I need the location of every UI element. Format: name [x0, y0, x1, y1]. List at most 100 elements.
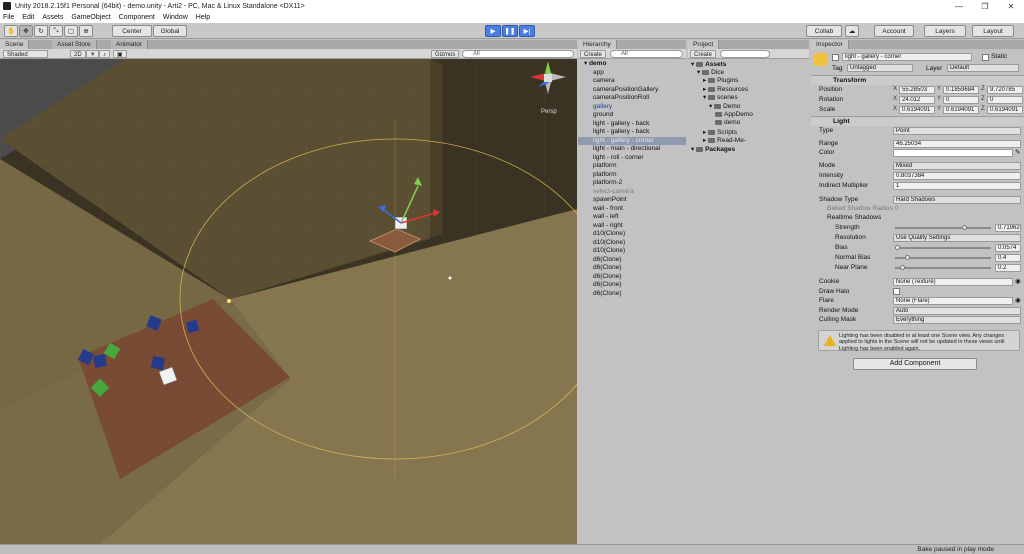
hierarchy-item[interactable]: app [578, 69, 686, 78]
maximize-button[interactable]: ❐ [972, 2, 998, 11]
effects-dropdown[interactable]: ▣ [113, 50, 127, 58]
render-mode-dropdown[interactable]: Auto [893, 306, 1021, 315]
strength-slider-knob[interactable] [961, 225, 967, 230]
hierarchy-item[interactable]: light - main - directional [578, 145, 686, 154]
project-tree-item[interactable]: ▾ Dice [697, 69, 724, 77]
space-toggle[interactable]: Global [153, 25, 187, 37]
transform-tool-button[interactable]: ⊕ [79, 25, 93, 37]
hierarchy-search-input[interactable]: All [610, 50, 683, 58]
tag-dropdown[interactable]: Untagged [847, 64, 913, 72]
hierarchy-item[interactable]: d6(Clone) [578, 281, 686, 290]
2d-toggle[interactable]: 2D [70, 50, 86, 58]
hierarchy-item[interactable]: light - gallery - back [578, 128, 686, 137]
rotate-tool-button[interactable]: ↻ [34, 25, 48, 37]
project-tree-item[interactable]: ▾ scenes [703, 94, 738, 102]
minimize-button[interactable]: — [946, 2, 972, 11]
scene-canvas[interactable]: Persp [0, 59, 577, 544]
object-name-field[interactable]: light - gallery - corner [842, 53, 972, 61]
shading-dropdown[interactable]: Shaded [3, 50, 48, 58]
project-tree-item[interactable]: ▾ Assets [691, 61, 726, 69]
hierarchy-item[interactable]: light - gallery - back [578, 120, 686, 129]
project-create-dropdown[interactable]: Create [690, 50, 717, 58]
gizmos-dropdown[interactable]: Gizmos [431, 50, 460, 58]
type-dropdown[interactable]: Point [893, 126, 1021, 135]
persp-label[interactable]: Persp [541, 109, 557, 115]
bias-field[interactable]: 0.0574 [995, 243, 1021, 252]
eyedropper-icon[interactable]: ✎ [1015, 148, 1020, 157]
menu-file[interactable]: File [3, 14, 14, 21]
hierarchy-create-dropdown[interactable]: Create [580, 50, 607, 58]
project-tree-item[interactable]: ▸ Read-Me- [703, 137, 746, 145]
menu-assets[interactable]: Assets [42, 14, 63, 21]
lighting-toggle[interactable]: ☀ [86, 50, 100, 58]
static-checkbox[interactable] [982, 54, 989, 61]
scale-z-field[interactable]: 0.6194091 [987, 105, 1023, 114]
blue-die[interactable] [151, 356, 165, 370]
hierarchy-item[interactable]: wall - left [578, 213, 686, 222]
hierarchy-item[interactable]: d6(Clone) [578, 256, 686, 265]
collab-button[interactable]: Collab [806, 25, 842, 37]
position-z-field[interactable]: 9.720785 [987, 85, 1023, 94]
object-picker-icon[interactable]: ◉ [1015, 296, 1021, 305]
strength-slider-track[interactable] [895, 227, 991, 229]
hierarchy-item[interactable]: select-camera [578, 188, 686, 197]
project-tree-item[interactable]: ▸ Plugins [703, 77, 738, 85]
hierarchy-item[interactable]: platform [578, 171, 686, 180]
hierarchy-item[interactable]: d6(Clone) [578, 273, 686, 282]
rotation-z-field[interactable]: 0 [987, 95, 1023, 104]
color-swatch[interactable] [893, 148, 1013, 157]
bias-slider-track[interactable] [895, 247, 991, 249]
normal-bias-field[interactable]: 0.4 [995, 253, 1021, 262]
flare-field[interactable]: None (Flare) [893, 296, 1013, 305]
hierarchy-item[interactable]: wall - front [578, 205, 686, 214]
bias-slider-knob[interactable] [895, 245, 901, 250]
menu-help[interactable]: Help [196, 14, 210, 21]
resolution-dropdown[interactable]: Use Quality Settings [893, 233, 1021, 242]
hierarchy-scene-root[interactable]: ▾ demo [578, 60, 686, 69]
cloud-button[interactable]: ☁ [845, 25, 859, 37]
menu-gameobject[interactable]: GameObject [71, 14, 110, 21]
layout-dropdown[interactable]: Layout [972, 25, 1014, 37]
rotation-x-field[interactable]: 24.012 [899, 95, 935, 104]
project-tree-item[interactable]: ▾ Demo [709, 103, 740, 111]
near-plane-slider-track[interactable] [895, 267, 991, 269]
hierarchy-item[interactable]: gallery [578, 103, 686, 112]
project-tree-item[interactable]: demo [715, 119, 740, 127]
hierarchy-item[interactable]: d10(Clone) [578, 247, 686, 256]
rotation-y-field[interactable]: 0 [943, 95, 979, 104]
add-component-button[interactable]: Add Component [853, 358, 977, 370]
hierarchy-item[interactable]: d6(Clone) [578, 264, 686, 273]
step-button[interactable]: ▶| [519, 25, 535, 37]
object-active-checkbox[interactable] [832, 54, 839, 61]
project-tree-item[interactable]: ▸ Resources [703, 86, 748, 94]
normal-bias-slider-knob[interactable] [904, 255, 910, 260]
rect-tool-button[interactable]: ▢ [64, 25, 78, 37]
hierarchy-item[interactable]: light - gallery - corner [578, 136, 686, 145]
position-x-field[interactable]: 55.28503 [899, 85, 935, 94]
move-tool-button[interactable]: ✥ [19, 25, 33, 37]
object-picker-icon[interactable]: ◉ [1015, 277, 1021, 286]
hierarchy-item[interactable]: cameraPositionGallery [578, 86, 686, 95]
project-search-input[interactable] [720, 50, 770, 58]
transform-header[interactable]: Transform [811, 75, 1024, 85]
indirect-field[interactable]: 1 [893, 181, 1021, 190]
pause-button[interactable]: ❚❚ [502, 25, 518, 37]
menu-component[interactable]: Component [119, 14, 155, 21]
scene-search-input[interactable]: All [462, 50, 574, 58]
mode-dropdown[interactable]: Mixed [893, 161, 1021, 170]
audio-toggle[interactable]: ♪ [99, 50, 110, 58]
hierarchy-item[interactable]: d6(Clone) [578, 290, 686, 299]
hierarchy-item[interactable]: cameraPositionRoll [578, 94, 686, 103]
scale-x-field[interactable]: 0.6194091 [899, 105, 935, 114]
hierarchy-item[interactable]: spawnPoint [578, 196, 686, 205]
culling-mask-dropdown[interactable]: Everything [893, 315, 1021, 324]
draw-halo-checkbox[interactable] [893, 287, 900, 296]
hierarchy-item[interactable]: light - roll - corner [578, 154, 686, 163]
project-tree-item[interactable]: AppDemo [715, 111, 753, 119]
position-y-field[interactable]: 0.1859684 [943, 85, 979, 94]
shadow-type-dropdown[interactable]: Hard Shadows [893, 195, 1021, 204]
layers-dropdown[interactable]: Layers [924, 25, 966, 37]
intensity-field[interactable]: 0.8037384 [893, 171, 1021, 180]
strength-field[interactable]: 0.71962 [995, 223, 1021, 232]
close-button[interactable]: ✕ [998, 2, 1024, 11]
